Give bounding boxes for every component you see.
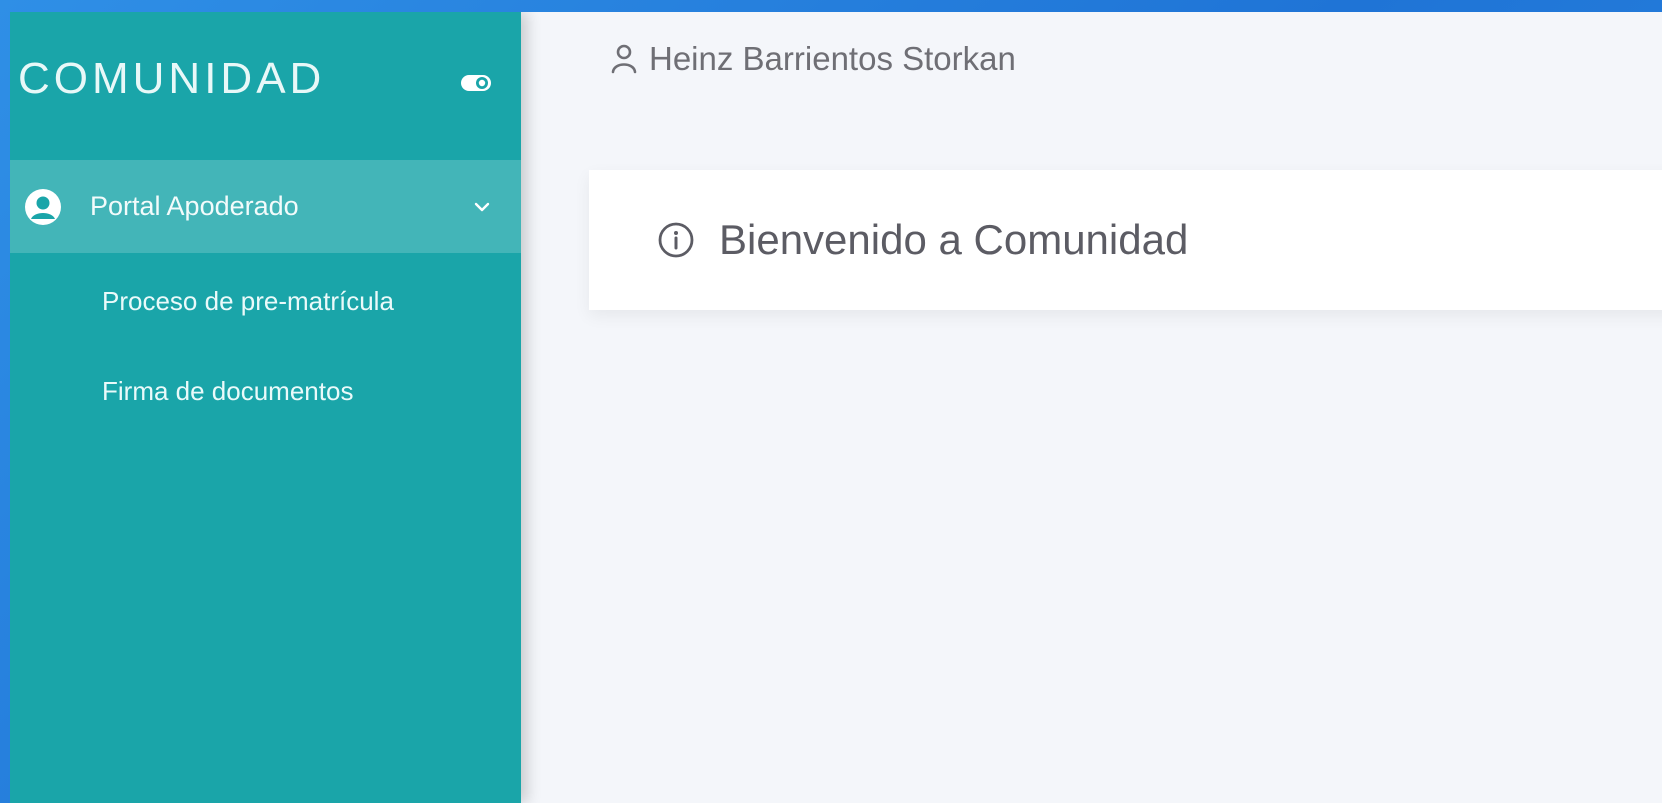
sidebar-group-label: Portal Apoderado bbox=[90, 191, 299, 221]
sidebar-item-firma-documentos[interactable]: Firma de documentos bbox=[10, 343, 521, 439]
sidebar-group-portal-apoderado[interactable]: Portal Apoderado bbox=[10, 160, 521, 253]
chevron-down-icon bbox=[474, 202, 490, 211]
user-icon bbox=[611, 44, 637, 74]
brand-title: COMUNIDAD bbox=[18, 54, 326, 103]
sidebar-header: COMUNIDAD bbox=[10, 12, 521, 160]
info-icon bbox=[658, 222, 694, 258]
welcome-card: Bienvenido a Comunidad bbox=[589, 170, 1662, 310]
app-window: COMUNIDAD Portal Apoderado Proceso de pr… bbox=[10, 12, 1662, 803]
user-name: Heinz Barrientos Storkan bbox=[649, 40, 1016, 77]
toggle-icon[interactable] bbox=[459, 72, 493, 94]
sidebar-item-pre-matricula[interactable]: Proceso de pre-matrícula bbox=[10, 253, 521, 349]
welcome-title: Bienvenido a Comunidad bbox=[719, 216, 1189, 263]
main-content: Heinz Barrientos Storkan Bienvenido a Co… bbox=[521, 12, 1662, 803]
sidebar: COMUNIDAD Portal Apoderado Proceso de pr… bbox=[10, 12, 521, 803]
user-circle-icon bbox=[25, 188, 61, 225]
user-info: Heinz Barrientos Storkan bbox=[609, 40, 1016, 78]
